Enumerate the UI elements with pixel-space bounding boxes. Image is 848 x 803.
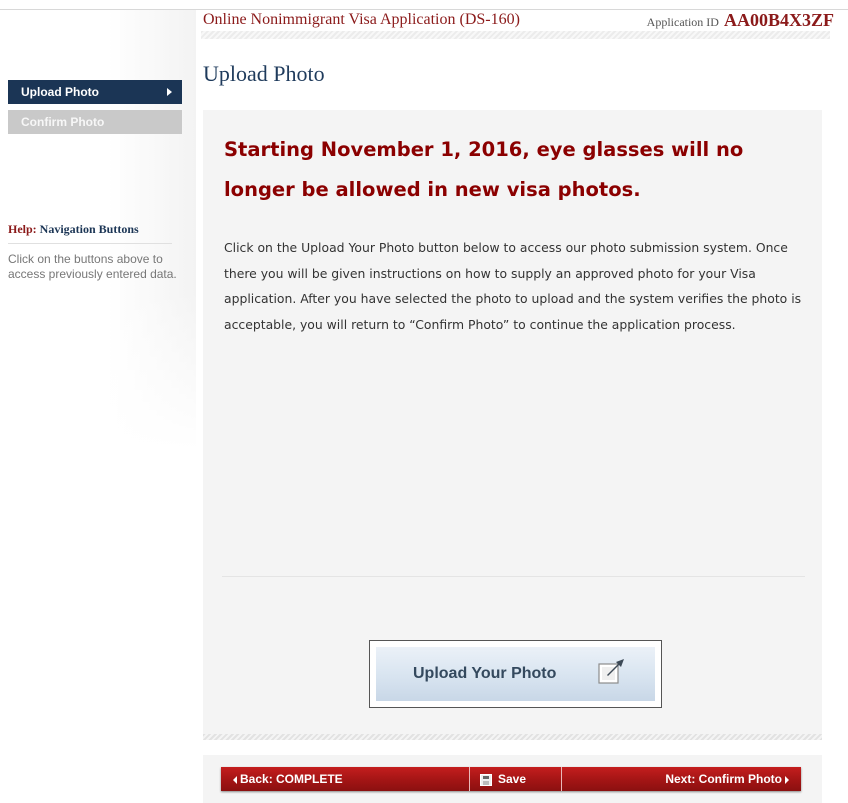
save-icon — [480, 773, 492, 786]
application-id-value: AA00B4X3ZF — [723, 10, 834, 30]
page-title: Upload Photo — [203, 61, 325, 86]
arrow-right-icon — [167, 88, 172, 96]
next-button-label: Next: Confirm Photo — [665, 772, 782, 786]
arrow-left-icon — [233, 775, 237, 784]
upload-button-face[interactable]: Upload Your Photo — [376, 647, 655, 701]
upload-your-photo-button[interactable]: Upload Your Photo — [369, 640, 662, 708]
help-divider — [8, 243, 172, 244]
navigation-button-bar: Back: COMPLETE Save Next: Confirm Photo — [221, 767, 801, 791]
save-button-label: Save — [498, 772, 527, 786]
button-divider — [469, 767, 470, 791]
header-decoration — [201, 31, 830, 39]
upload-icon — [598, 659, 624, 684]
content-divider — [222, 576, 805, 577]
sidebar-item-upload-photo[interactable]: Upload Photo — [8, 80, 182, 104]
content-bottom-decoration — [203, 734, 822, 740]
application-title: Online Nonimmigrant Visa Application (DS… — [203, 11, 520, 28]
sidebar-item-confirm-photo[interactable]: Confirm Photo — [8, 110, 182, 134]
application-id: Application ID AA00B4X3ZF — [647, 10, 834, 31]
upload-button-label: Upload Your Photo — [413, 665, 557, 682]
upload-instructions: Click on the Upload Your Photo button be… — [224, 240, 802, 332]
save-button[interactable]: Save — [474, 767, 558, 791]
navigation-footer: Back: COMPLETE Save Next: Confirm Photo — [203, 755, 822, 803]
next-button[interactable]: Next: Confirm Photo — [561, 767, 801, 791]
arrow-right-icon — [785, 775, 789, 784]
help-text: Click on the buttons above to access pre… — [8, 252, 177, 281]
content-panel: Starting November 1, 2016, eye glasses w… — [203, 110, 822, 734]
help-heading: Help: Navigation Buttons — [8, 222, 139, 237]
back-button-label: Back: COMPLETE — [240, 772, 343, 786]
application-id-label: Application ID — [646, 15, 719, 29]
glasses-notice: Starting November 1, 2016, eye glasses w… — [224, 138, 744, 201]
sidebar-item-label: Upload Photo — [21, 85, 99, 99]
help-title: Navigation Buttons — [39, 222, 139, 236]
back-button[interactable]: Back: COMPLETE — [221, 767, 451, 791]
sidebar-item-label: Confirm Photo — [21, 115, 105, 129]
help-prefix: Help: — [8, 222, 37, 236]
